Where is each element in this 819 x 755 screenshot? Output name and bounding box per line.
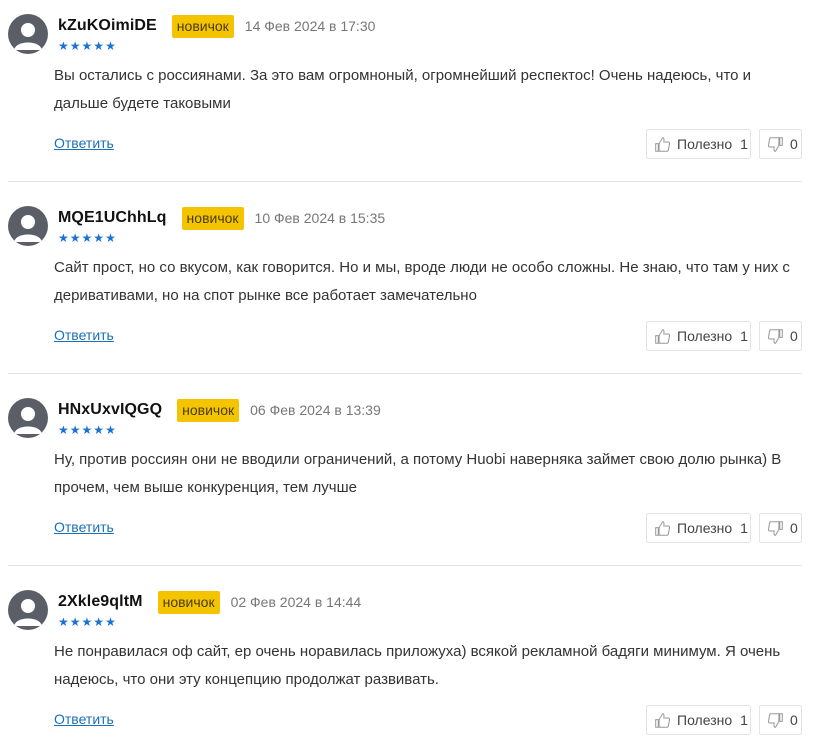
useful-label: Полезно: [677, 520, 733, 536]
useless-button[interactable]: 0: [759, 705, 802, 735]
reply-link[interactable]: Ответить: [54, 711, 114, 727]
star-icon: ★: [81, 231, 94, 245]
review-item: kZuKOimiDE новичок 14 Фев 2024 в 17:30 ★…: [8, 14, 802, 182]
star-icon: ★: [105, 615, 117, 629]
user-avatar-icon[interactable]: [8, 14, 48, 54]
useful-count: 1: [740, 712, 748, 728]
useful-button[interactable]: Полезно 1: [646, 129, 751, 159]
review-item: MQE1UChhLq новичок 10 Фев 2024 в 15:35 ★…: [8, 206, 802, 374]
user-avatar-icon[interactable]: [8, 206, 48, 246]
review-text: Ну, против россиян они не вводили ограни…: [54, 451, 782, 496]
review-header: HNxUxvIQGQ новичок 06 Фев 2024 в 13:39: [58, 398, 381, 422]
useless-button[interactable]: 0: [759, 129, 802, 159]
review-date: 06 Фев 2024 в 13:39: [250, 402, 381, 418]
status-badge: новичок: [181, 206, 244, 230]
useless-count: 0: [790, 712, 798, 728]
useful-count: 1: [740, 328, 748, 344]
thumbs-down-icon: [767, 136, 783, 152]
username[interactable]: kZuKOimiDE: [58, 17, 157, 35]
useful-label: Полезно: [677, 328, 733, 344]
useful-count: 1: [740, 136, 748, 152]
review-date: 10 Фев 2024 в 15:35: [254, 210, 386, 226]
star-icon: ★: [93, 231, 106, 245]
useful-count: 1: [740, 520, 748, 536]
review-date: 14 Фев 2024 в 17:30: [244, 18, 376, 34]
star-icon: ★: [69, 615, 82, 629]
review-header: 2Xkle9qltM новичок 02 Фев 2024 в 14:44: [58, 590, 361, 614]
star-icon: ★: [58, 615, 70, 629]
useful-label: Полезно: [677, 136, 733, 152]
username[interactable]: MQE1UChhLq: [58, 209, 167, 227]
star-icon: ★: [105, 39, 117, 53]
thumbs-up-icon: [655, 520, 671, 536]
star-icon: ★: [69, 39, 82, 53]
username[interactable]: 2Xkle9qltM: [58, 593, 143, 611]
star-icon: ★: [58, 423, 70, 437]
star-icon: ★: [58, 39, 70, 53]
user-avatar-icon[interactable]: [8, 590, 48, 630]
status-badge: новичок: [177, 398, 240, 422]
useless-count: 0: [790, 328, 798, 344]
review-header: kZuKOimiDE новичок 14 Фев 2024 в 17:30: [58, 14, 375, 38]
review-item: HNxUxvIQGQ новичок 06 Фев 2024 в 13:39 ★…: [8, 398, 802, 566]
review-date: 02 Фев 2024 в 14:44: [230, 594, 362, 610]
thumbs-up-icon: [655, 136, 671, 152]
thumbs-down-icon: [767, 712, 783, 728]
star-icon: ★: [93, 615, 106, 629]
star-icon: ★: [81, 615, 94, 629]
username[interactable]: HNxUxvIQGQ: [58, 401, 162, 419]
useful-button[interactable]: Полезно 1: [646, 705, 751, 735]
star-icon: ★: [105, 423, 117, 437]
review-text: Не понравилася оф сайт, ер очень норавил…: [54, 643, 781, 688]
rating-stars: ★ ★ ★ ★ ★: [58, 232, 117, 244]
useless-count: 0: [790, 520, 798, 536]
reply-link[interactable]: Ответить: [54, 327, 114, 343]
star-icon: ★: [93, 423, 106, 437]
user-avatar-icon[interactable]: [8, 398, 48, 438]
status-badge: новичок: [171, 14, 234, 38]
thumbs-up-icon: [655, 328, 671, 344]
rating-stars: ★ ★ ★ ★ ★: [58, 616, 117, 628]
reply-link[interactable]: Ответить: [54, 519, 114, 535]
star-icon: ★: [81, 39, 94, 53]
useful-button[interactable]: Полезно 1: [646, 321, 751, 351]
thumbs-down-icon: [767, 520, 783, 536]
star-icon: ★: [81, 423, 94, 437]
useful-button[interactable]: Полезно 1: [646, 513, 751, 543]
useless-count: 0: [790, 136, 798, 152]
rating-stars: ★ ★ ★ ★ ★: [58, 40, 117, 52]
reply-link[interactable]: Ответить: [54, 135, 114, 151]
thumbs-down-icon: [767, 328, 783, 344]
useful-label: Полезно: [677, 712, 733, 728]
review-text: Вы остались с россиянами. За это вам огр…: [54, 67, 752, 112]
star-icon: ★: [69, 231, 82, 245]
thumbs-up-icon: [655, 712, 671, 728]
reviews-list: kZuKOimiDE новичок 14 Фев 2024 в 17:30 ★…: [0, 0, 819, 755]
review-item: 2Xkle9qltM новичок 02 Фев 2024 в 14:44 ★…: [8, 590, 802, 750]
useless-button[interactable]: 0: [759, 513, 802, 543]
star-icon: ★: [69, 423, 82, 437]
star-icon: ★: [105, 231, 117, 245]
status-badge: новичок: [157, 590, 220, 614]
useless-button[interactable]: 0: [759, 321, 802, 351]
star-icon: ★: [93, 39, 106, 53]
star-icon: ★: [58, 231, 70, 245]
review-text: Сайт прост, но со вкусом, как говорится.…: [54, 259, 790, 304]
rating-stars: ★ ★ ★ ★ ★: [58, 424, 117, 436]
review-header: MQE1UChhLq новичок 10 Фев 2024 в 15:35: [58, 206, 385, 230]
